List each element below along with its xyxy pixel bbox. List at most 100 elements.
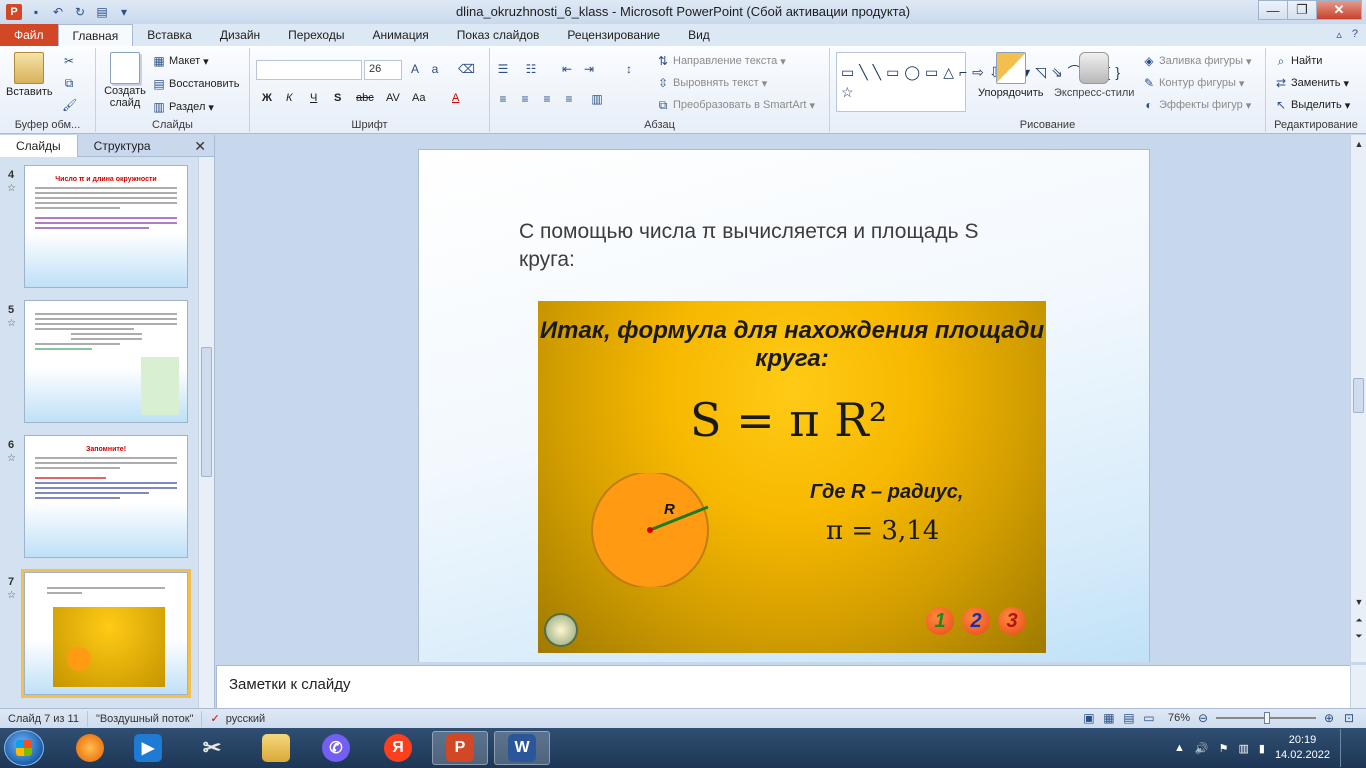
tab-outline[interactable]: Структура — [78, 135, 167, 157]
grow-font-button[interactable]: A — [408, 62, 422, 76]
font-size-combo[interactable]: 26 — [364, 60, 402, 80]
slide-sorter-icon[interactable]: ▦ — [1102, 711, 1116, 725]
change-case-button[interactable]: Aa — [412, 92, 425, 104]
smartart-button[interactable]: ⧉ Преобразовать в SmartArt ▾ — [656, 98, 815, 112]
align-center-button[interactable]: ≡ — [518, 92, 532, 106]
taskbar-yandex[interactable]: Я — [370, 731, 426, 765]
close-panel-icon[interactable]: ✕ — [194, 138, 206, 155]
replace-button[interactable]: ⇄ Заменить ▾ — [1274, 76, 1349, 90]
notes-scrollbar[interactable] — [1350, 665, 1366, 708]
taskbar-firefox[interactable] — [62, 731, 118, 765]
close-button[interactable]: ✕ — [1316, 0, 1362, 20]
bullets-button[interactable]: ☰ — [496, 62, 510, 76]
number-button-3[interactable]: 3 — [998, 607, 1026, 635]
next-slide-icon[interactable]: ⏷ — [1351, 631, 1366, 642]
taskbar-explorer[interactable] — [248, 731, 304, 765]
select-button[interactable]: ↖ Выделить ▾ — [1274, 98, 1350, 112]
scroll-up-icon[interactable]: ▲ — [1351, 139, 1366, 149]
clock[interactable]: 20:19 14.02.2022 — [1275, 733, 1330, 763]
shapes-gallery[interactable]: ▭╲╲▭◯▭△⌐⇨⇩☆▾◹⇘⌒⌒{}☆ — [836, 52, 1120, 112]
flag-icon[interactable]: ⚑ — [1219, 742, 1229, 755]
redo-icon[interactable]: ↻ — [72, 4, 88, 20]
slideshow-icon[interactable]: ▭ — [1142, 711, 1156, 725]
align-right-button[interactable]: ≡ — [540, 92, 554, 106]
normal-view-icon[interactable]: ▣ — [1082, 711, 1096, 725]
align-left-button[interactable]: ≡ — [496, 92, 510, 106]
line-spacing-button[interactable]: ↕ — [622, 62, 636, 76]
formula-image[interactable]: Итак, формула для нахождения площади кру… — [538, 301, 1046, 653]
tab-home[interactable]: Главная — [57, 24, 134, 46]
scroll-thumb[interactable] — [201, 347, 212, 477]
layout-button[interactable]: ▦ Макет ▾ — [152, 54, 208, 68]
minimize-button[interactable]: — — [1258, 0, 1288, 20]
zoom-out-icon[interactable]: ⊖ — [1196, 711, 1210, 725]
shrink-font-button[interactable]: a — [428, 62, 442, 76]
shadow-button[interactable]: S — [334, 92, 341, 104]
slide-vertical-scrollbar[interactable]: ▲ ▼ ⏶ ⏷ — [1350, 135, 1366, 662]
tab-insert[interactable]: Вставка — [133, 24, 206, 46]
italic-button[interactable]: К — [286, 92, 292, 104]
quick-styles-button[interactable]: Экспресс-стили — [1054, 52, 1134, 99]
tab-view[interactable]: Вид — [674, 24, 724, 46]
tab-slideshow[interactable]: Показ слайдов — [443, 24, 554, 46]
decrease-indent-button[interactable]: ⇤ — [560, 62, 574, 76]
taskbar-media-player[interactable]: ▶ — [120, 731, 176, 765]
zoom-slider-thumb[interactable] — [1264, 712, 1270, 724]
taskbar-viber[interactable]: ✆ — [308, 731, 364, 765]
undo-icon[interactable]: ↶ — [50, 4, 66, 20]
show-hidden-icons-icon[interactable]: ▲ — [1174, 742, 1185, 754]
align-text-button[interactable]: ⇳ Выровнять текст ▾ — [656, 76, 767, 90]
slide-canvas[interactable]: С помощью числа π вычисляется и площадь … — [418, 149, 1150, 662]
increase-indent-button[interactable]: ⇥ — [582, 62, 596, 76]
scroll-thumb[interactable] — [1353, 378, 1364, 413]
numbering-button[interactable]: ☷ — [524, 62, 538, 76]
network-icon[interactable]: ▥ — [1238, 742, 1248, 755]
paste-button[interactable]: Вставить — [6, 52, 53, 98]
slide-thumbnail-6[interactable]: Запомните! — [24, 435, 188, 558]
zoom-level[interactable]: 76% — [1168, 712, 1190, 724]
zoom-slider[interactable] — [1216, 712, 1316, 724]
powerpoint-logo-icon[interactable]: P — [6, 4, 22, 20]
show-desktop-button[interactable] — [1340, 729, 1352, 767]
number-button-1[interactable]: 1 — [926, 607, 954, 635]
scroll-down-icon[interactable]: ▼ — [1351, 597, 1366, 607]
tab-transitions[interactable]: Переходы — [274, 24, 358, 46]
fit-to-window-icon[interactable]: ⊡ — [1342, 711, 1356, 725]
justify-button[interactable]: ≡ — [562, 92, 576, 106]
cut-button[interactable]: ✂ — [62, 54, 76, 68]
strikethrough-button[interactable]: abc — [356, 92, 374, 104]
font-name-combo[interactable] — [256, 60, 362, 80]
clear-format-button[interactable]: ⌫ — [458, 62, 475, 76]
tab-design[interactable]: Дизайн — [206, 24, 274, 46]
taskbar-snipping-tool[interactable]: ✂ — [184, 731, 240, 765]
new-slide-button[interactable]: Создать слайд — [102, 52, 148, 109]
reset-button[interactable]: ▤ Восстановить — [152, 77, 239, 91]
char-spacing-button[interactable]: AV — [386, 92, 400, 104]
number-button-2[interactable]: 2 — [962, 607, 990, 635]
taskbar-word[interactable]: W — [494, 731, 550, 765]
tab-animation[interactable]: Анимация — [358, 24, 442, 46]
bold-button[interactable]: Ж — [262, 92, 272, 104]
help-icon[interactable]: ? — [1352, 28, 1358, 41]
volume-icon[interactable]: 🔊 — [1195, 742, 1209, 755]
open-icon[interactable]: ▤ — [94, 4, 110, 20]
theme-name[interactable]: "Воздушный поток" — [88, 710, 203, 727]
zoom-in-icon[interactable]: ⊕ — [1322, 711, 1336, 725]
slide-thumbnail-4[interactable]: Число π и длина окружности — [24, 165, 188, 288]
copy-button[interactable]: ⧉ — [62, 76, 76, 90]
slide-thumbnail-7[interactable] — [21, 569, 191, 698]
start-button[interactable] — [4, 730, 44, 766]
minimize-ribbon-icon[interactable]: ▵ — [1336, 28, 1342, 41]
tab-slides[interactable]: Слайды — [0, 135, 78, 157]
power-icon[interactable]: ▮ — [1259, 742, 1265, 755]
notes-pane[interactable]: Заметки к слайду — [216, 665, 1350, 708]
shape-fill-button[interactable]: ◈ Заливка фигуры ▾ — [1142, 54, 1251, 68]
tab-review[interactable]: Рецензирование — [553, 24, 674, 46]
arrange-button[interactable]: Упорядочить — [978, 52, 1043, 99]
section-button[interactable]: ▥ Раздел ▾ — [152, 100, 214, 114]
columns-button[interactable]: ▥ — [590, 92, 604, 106]
language-indicator[interactable]: ✓ русский — [202, 711, 273, 727]
customize-qat-icon[interactable]: ▾ — [116, 4, 132, 20]
slide-thumbnail-5[interactable] — [24, 300, 188, 423]
taskbar-powerpoint[interactable]: P — [432, 731, 488, 765]
